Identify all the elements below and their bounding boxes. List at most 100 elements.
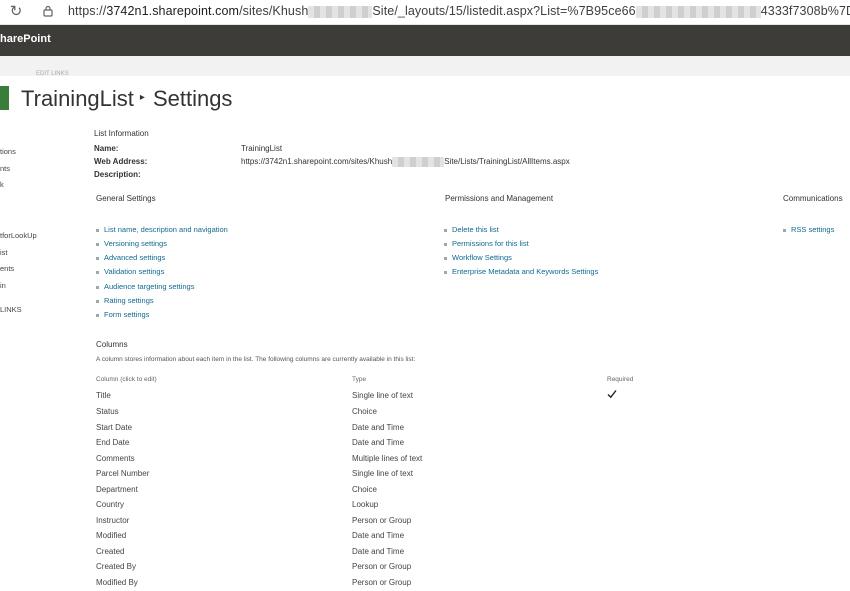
column-name-header: Column (click to edit) [96,376,157,383]
list-title-link[interactable]: TrainingList [21,86,134,111]
nav-item[interactable]: ents [0,264,14,273]
column-type: Date and Time [352,531,405,540]
redacted-block [392,157,445,167]
web-address-value: https://3742n1.sharepoint.com/sites/Khus… [241,157,570,167]
web-address-part-1: https://3742n1.sharepoint.com/sites/Khus… [241,157,393,167]
rss-settings-link[interactable]: RSS settings [783,225,834,234]
communications-heading: Communications [783,194,843,203]
columns-description: A column stores information about each i… [96,356,416,363]
column-type: Choice [352,485,377,494]
nav-item[interactable]: tions [0,147,16,156]
site-logo-accent [0,86,9,110]
versioning-settings-link[interactable]: Versioning settings [96,239,167,248]
bullet-icon [96,313,99,317]
settings-title: Settings [152,86,233,111]
advanced-settings-link[interactable]: Advanced settings [96,253,165,262]
enterprise-metadata-link[interactable]: Enterprise Metadata and Keywords Setting… [444,267,598,276]
bullet-icon [96,299,99,303]
nav-item[interactable]: nts [0,164,10,173]
workflow-settings-link[interactable]: Workflow Settings [444,253,512,262]
url-field[interactable]: https://3742n1.sharepoint.com/sites/Khus… [68,4,850,18]
column-name-link[interactable]: Country [96,500,124,509]
app-brand[interactable]: harePoint [0,33,51,45]
name-value: TrainingList [241,144,283,153]
column-name-link[interactable]: End Date [96,438,129,447]
edit-links-faint[interactable]: EDIT LINKS [36,71,69,77]
column-name-link[interactable]: Title [96,391,111,400]
column-name-link[interactable]: Created By [96,562,136,571]
column-type: Date and Time [352,438,405,447]
bullet-icon [96,228,99,232]
delete-list-link[interactable]: Delete this list [444,225,499,234]
url-path-2: Site/_layouts/15/listedit.aspx?List=%7B9… [372,4,636,18]
column-name-link[interactable]: Modified [96,531,126,540]
checkmark-icon [607,390,617,399]
nav-item[interactable]: k [0,180,4,189]
column-type: Multiple lines of text [352,454,423,463]
redacted-block [308,5,373,18]
list-name-settings-link[interactable]: List name, description and navigation [96,225,228,234]
bullet-icon [96,256,99,260]
columns-heading: Columns [96,340,128,349]
nav-item[interactable]: in [0,281,6,290]
bullet-icon [783,228,786,232]
lock-icon[interactable] [43,5,53,17]
column-name-link[interactable]: Modified By [96,578,138,587]
general-settings-heading: General Settings [96,194,156,203]
column-name-link[interactable]: Status [96,407,119,416]
validation-settings-link[interactable]: Validation settings [96,267,164,276]
form-settings-link[interactable]: Form settings [96,310,149,319]
column-type: Single line of text [352,391,413,400]
column-name-link[interactable]: Department [96,485,138,494]
link-text: Advanced settings [104,253,166,262]
column-type: Person or Group [352,578,412,587]
column-type: Date and Time [352,547,405,556]
nav-item[interactable]: tforLookUp [0,231,37,240]
list-info-heading: List Information [94,129,149,138]
url-path-3: 4333f7308b%7D [760,4,850,18]
column-name-link[interactable]: Created [96,547,124,556]
web-address-label: Web Address: [94,157,148,166]
link-text: List name, description and navigation [104,225,228,234]
breadcrumb-arrow-icon: ▸ [139,91,145,103]
redacted-block [635,5,761,18]
nav-item[interactable]: LINKS [0,305,22,314]
column-type: Person or Group [352,516,412,525]
permissions-heading: Permissions and Management [445,194,554,203]
link-text: Audience targeting settings [104,282,195,291]
bullet-icon [96,270,99,274]
column-type: Choice [352,407,377,416]
permissions-link[interactable]: Permissions for this list [444,239,529,248]
bullet-icon [444,256,447,260]
link-text: Delete this list [452,225,499,234]
link-text: RSS settings [791,225,835,234]
url-host: 3742n1.sharepoint.com [106,4,240,18]
link-text: Enterprise Metadata and Keywords Setting… [452,267,599,276]
bullet-icon [444,242,447,246]
column-type: Date and Time [352,423,405,432]
sub-bar [0,56,850,76]
link-text: Versioning settings [104,239,167,248]
bullet-icon [444,228,447,232]
url-prefix: https:// [68,4,107,18]
rating-settings-link[interactable]: Rating settings [96,296,154,305]
column-name-link[interactable]: Start Date [96,423,132,432]
link-text: Validation settings [104,267,165,276]
column-type: Single line of text [352,469,413,478]
web-address-part-2: Site/Lists/TrainingList/AllItems.aspx [444,157,570,167]
bullet-icon [96,242,99,246]
audience-targeting-link[interactable]: Audience targeting settings [96,282,194,291]
refresh-icon[interactable]: ↻ [6,3,26,21]
column-name-link[interactable]: Parcel Number [96,469,149,478]
bullet-icon [444,270,447,274]
column-type: Lookup [352,500,379,509]
nav-item[interactable]: ist [0,248,8,257]
url-path-1: /sites/Khush [239,4,309,18]
column-name-link[interactable]: Instructor [96,516,129,525]
suite-bar: harePoint [0,25,850,56]
link-text: Workflow Settings [452,253,512,262]
column-type: Person or Group [352,562,412,571]
column-name-link[interactable]: Comments [96,454,135,463]
browser-address-bar: ↻ https://3742n1.sharepoint.com/sites/Kh… [0,0,850,25]
description-label: Description: [94,170,141,179]
